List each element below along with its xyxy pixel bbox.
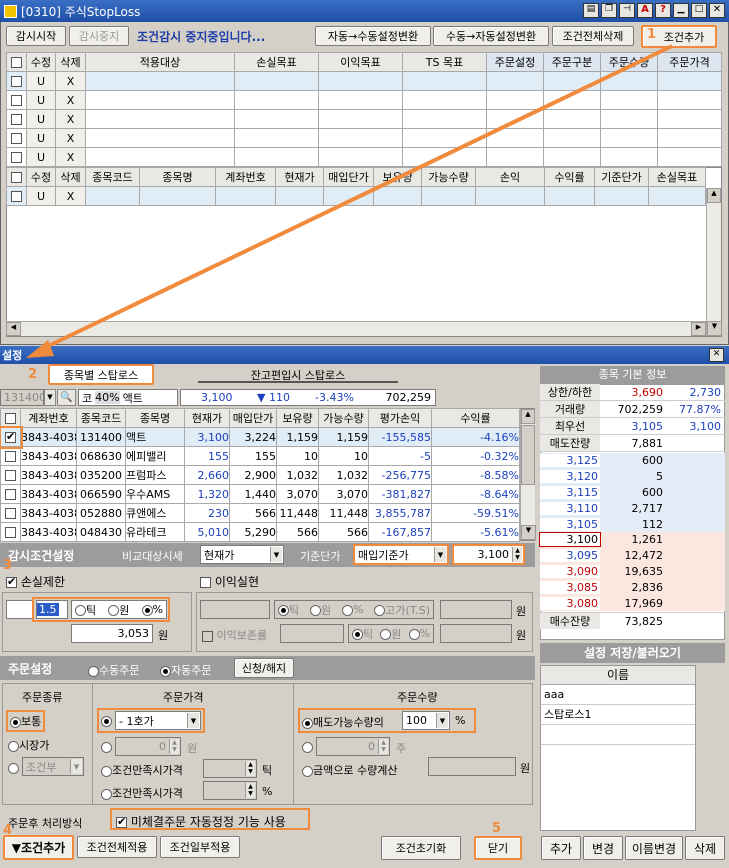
annotation-arrow: [26, 44, 673, 358]
